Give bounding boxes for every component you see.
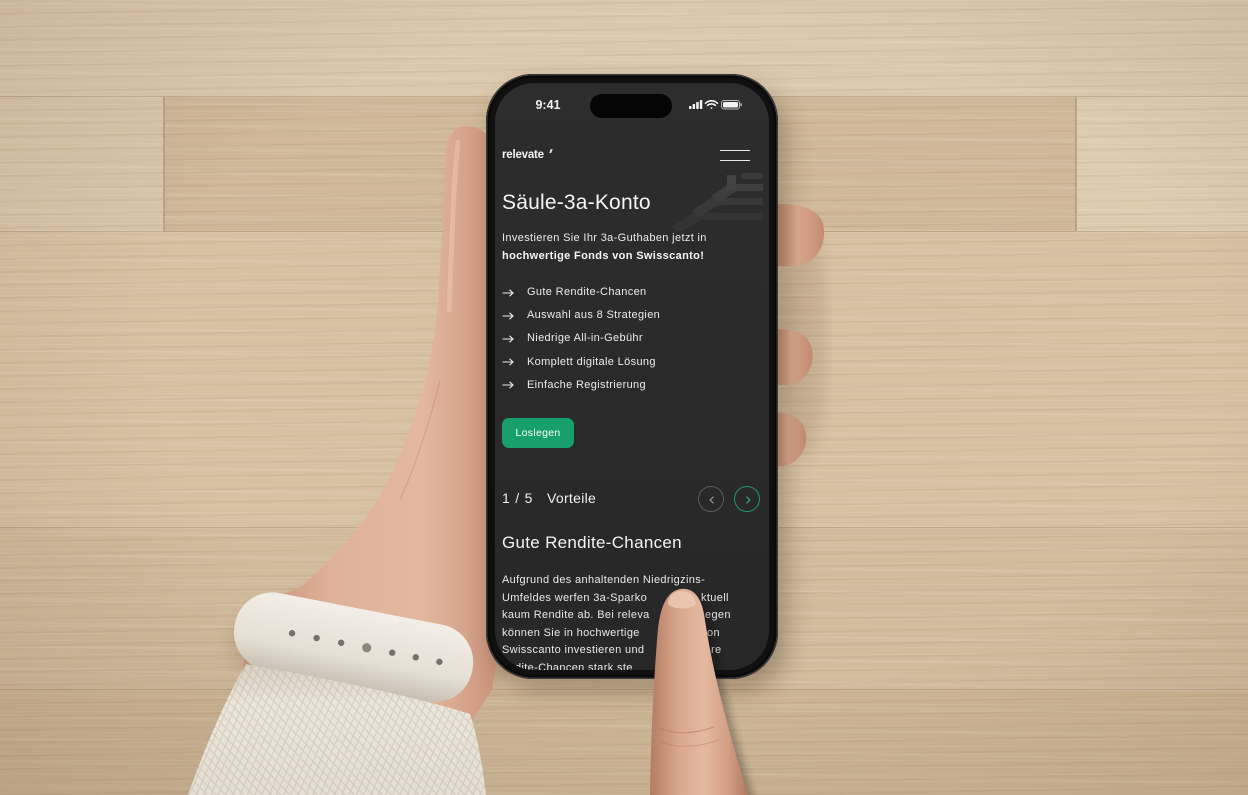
benefits-label: Vorteile [547,490,597,506]
text-line: dite-Chancen stark ste [495,660,769,671]
text-fragment: egen [705,609,731,621]
feature-label: Gute Rendite-Chancen [527,286,647,298]
text-fragment: Swisscanto investieren und [502,644,645,656]
text-fragment: dite-Chancen stark ste [515,661,633,671]
list-item: Komplett digitale Lösung [502,351,660,374]
hamburger-menu-icon[interactable] [718,145,752,165]
loslegen-button[interactable]: Loslegen [502,418,574,448]
arrow-right-icon [502,288,514,297]
list-item: Gute Rendite-Chancen [502,281,660,304]
phone-screen: 9:41 relevate Säule-3a-Konto Investieren… [495,83,769,670]
text-line: Aufgrund des anhaltenden Niedrigzins- [495,572,769,590]
slide-title: Gute Rendite-Chancen [502,533,682,552]
chevron-right-icon [746,496,751,504]
cellular-signal-icon [689,100,703,109]
text-fragment: kaum Rendite ab. Bei releva [502,609,650,621]
menu-line [720,150,750,152]
chevron-left-icon [709,496,714,504]
slide-text: Aufgrund des anhaltenden Niedrigzins- Um… [495,572,769,670]
list-item: Auswahl aus 8 Strategien [502,304,660,327]
text-line: Swisscanto investieren und re [495,642,769,660]
list-item: Einfache Registrierung [502,374,660,397]
logo-mark [549,149,553,153]
list-item: Niedrige All-in-Gebühr [502,327,660,350]
text-fragment: Umfeldes werfen 3a-Sparko [502,591,648,604]
page-title: Säule-3a-Konto [502,191,651,214]
status-time: 9:41 [535,98,561,112]
text-fragment: Aufgrund des anhaltenden Niedrigzins- [502,574,706,586]
battery-icon [721,100,742,110]
text-line: kaum Rendite ab. Bei releva egen [495,607,769,625]
feature-label: Niedrige All-in-Gebühr [527,332,643,345]
status-icons [689,100,742,110]
text-fragment: können Sie in hochwertige [502,626,640,639]
text-fragment: re [711,644,722,656]
smartphone: 9:41 relevate Säule-3a-Konto Investieren… [486,74,778,679]
intro-line: Investieren Sie Ihr 3a-Guthaben jetzt in [502,232,707,244]
feature-label: Komplett digitale Lösung [527,355,656,368]
intro-line-bold: hochwertige Fonds von Swisscanto! [502,250,705,262]
staircase-graphic [671,173,763,231]
next-slide-button[interactable] [734,486,760,512]
text-fragment: on [707,626,720,639]
intro-text: Investieren Sie Ihr 3a-Guthaben jetzt in… [502,229,757,265]
dynamic-island [590,94,672,118]
menu-line [720,160,750,162]
feature-label: Auswahl aus 8 Strategien [527,309,661,322]
arrow-right-icon [502,381,514,389]
arrow-right-icon [502,358,514,366]
previous-slide-button[interactable] [698,486,724,512]
text-line: Umfeldes werfen 3a-Sparko ktuell [495,590,769,608]
slide-counter: 1 / 5 [502,490,534,506]
feature-label: Einfache Registrierung [527,378,646,391]
wifi-icon [704,100,719,109]
text-fragment: ktuell [701,591,729,604]
relevate-logo[interactable]: relevate [502,148,544,162]
text-line: können Sie in hochwertige on [495,625,769,643]
arrow-right-icon [502,335,514,343]
feature-list: Gute Rendite-Chancen Auswahl aus 8 Strat… [502,281,660,397]
arrow-right-icon [502,312,514,320]
